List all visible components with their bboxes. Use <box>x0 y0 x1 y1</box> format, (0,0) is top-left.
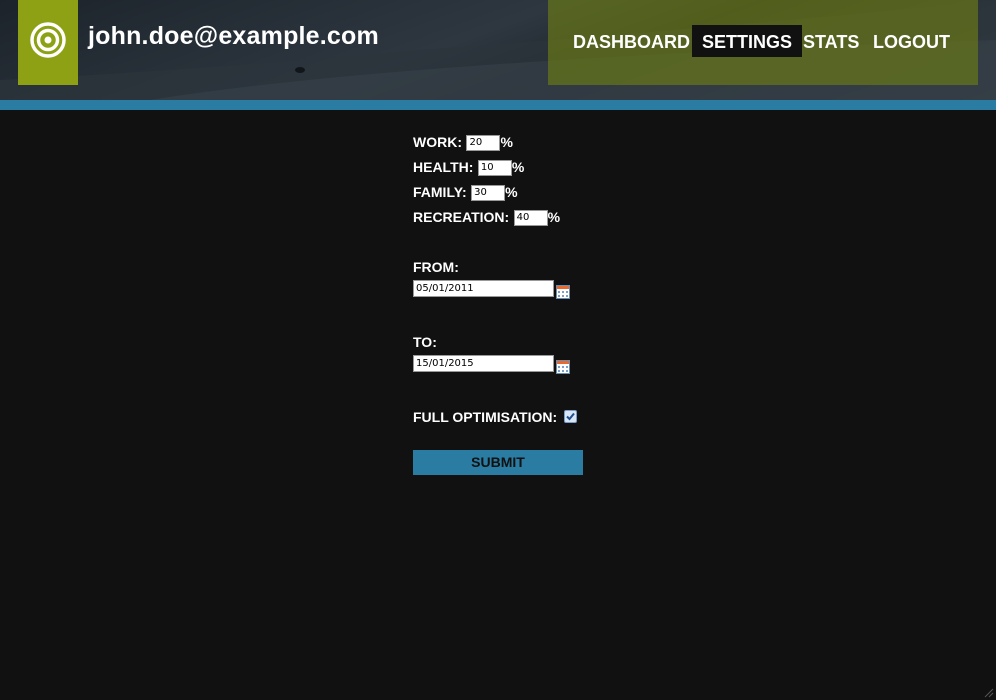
from-label-row: FROM: <box>413 258 459 276</box>
user-email: john.doe@example.com <box>88 22 379 50</box>
header-accent-stripe <box>0 100 996 110</box>
submit-button[interactable]: SUBMIT <box>413 450 583 475</box>
family-percent: % <box>505 184 518 200</box>
to-label: TO: <box>413 334 437 350</box>
work-input[interactable] <box>466 134 501 151</box>
full-optimisation-row: FULL OPTIMISATION: <box>413 408 577 426</box>
calendar-icon[interactable] <box>556 285 570 299</box>
family-input[interactable] <box>471 184 506 201</box>
to-date-input[interactable] <box>413 355 554 372</box>
checkmark-icon <box>565 413 575 421</box>
health-input[interactable] <box>477 159 512 176</box>
to-label-row: TO: <box>413 333 437 351</box>
health-row: HEALTH: % <box>413 158 524 176</box>
recreation-label: RECREATION: <box>413 209 510 225</box>
family-label: FAMILY: <box>413 184 467 200</box>
nav-stats[interactable]: STATS <box>793 25 869 57</box>
target-icon <box>30 22 66 58</box>
work-percent: % <box>500 134 513 150</box>
nav-logout[interactable]: LOGOUT <box>863 25 960 57</box>
full-optimisation-label: FULL OPTIMISATION: <box>413 409 558 425</box>
health-percent: % <box>511 159 525 175</box>
from-date-input[interactable] <box>413 280 554 297</box>
full-optimisation-checkbox[interactable] <box>563 410 577 424</box>
nav-settings[interactable]: SETTINGS <box>692 25 803 57</box>
work-label: WORK: <box>413 134 462 150</box>
main-nav: DASHBOARD SETTINGS STATS LOGOUT <box>548 0 978 85</box>
work-row: WORK: % <box>413 133 513 151</box>
nav-dashboard[interactable]: DASHBOARD <box>563 25 700 57</box>
from-label: FROM: <box>413 259 459 275</box>
health-label: HEALTH: <box>413 159 474 175</box>
logo[interactable] <box>18 0 78 85</box>
calendar-icon[interactable] <box>556 360 570 374</box>
family-row: FAMILY: % <box>413 183 518 201</box>
recreation-row: RECREATION: % <box>413 208 560 226</box>
recreation-percent: % <box>547 209 561 225</box>
recreation-input[interactable] <box>513 209 548 226</box>
resize-grip-icon[interactable] <box>982 686 994 698</box>
